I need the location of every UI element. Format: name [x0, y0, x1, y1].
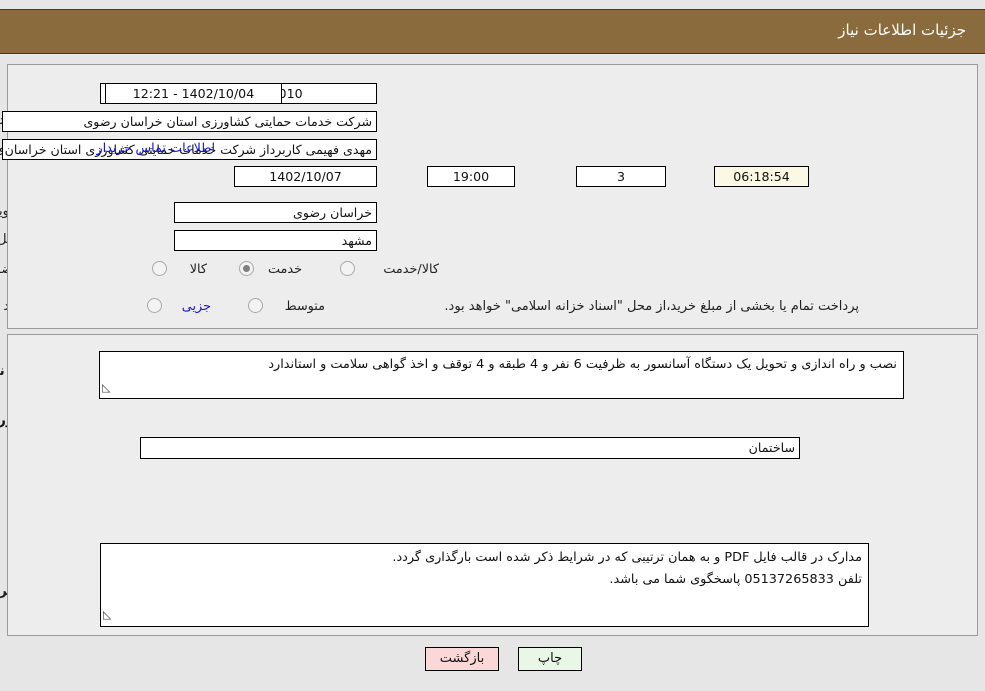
deadline-time: 19:00: [427, 166, 515, 187]
summary-value: نصب و راه اندازی و تحویل یک دستگاه آسانس…: [268, 357, 897, 372]
payment-note: پرداخت تمام یا بخشی از مبلغ خرید،از محل …: [444, 299, 859, 314]
buyer-contact-link[interactable]: اطلاعات تماس خریدار: [96, 141, 215, 156]
city-value: مشهد: [174, 230, 377, 251]
back-button[interactable]: بازگشت: [425, 647, 499, 671]
process-option-0-label: جزیی: [181, 299, 211, 314]
category-radio-1[interactable]: [239, 261, 254, 276]
print-button[interactable]: چاپ: [518, 647, 582, 671]
page-header: جزئیات اطلاعات نیاز: [0, 9, 985, 54]
notes-resize-grip-icon[interactable]: ◺: [103, 604, 111, 626]
process-radio-0[interactable]: [147, 298, 162, 313]
summary-textarea[interactable]: نصب و راه اندازی و تحویل یک دستگاه آسانس…: [99, 351, 904, 399]
countdown-timer: 06:18:54: [714, 166, 809, 187]
deadline-date: 1402/10/07: [234, 166, 377, 187]
service-group-value: ساختمان: [140, 437, 800, 459]
category-radio-0[interactable]: [152, 261, 167, 276]
category-option-2-label: کالا/خدمت: [383, 262, 439, 277]
buyer-notes-textarea[interactable]: مدارک در قالب فایل PDF و به همان ترتیبی …: [100, 543, 869, 627]
notes-line-1: مدارک در قالب فایل PDF و به همان ترتیبی …: [392, 550, 862, 565]
province-value: خراسان رضوی: [174, 202, 377, 223]
announce-value: 1402/10/04 - 12:21: [105, 83, 282, 104]
category-option-0-label: کالا: [189, 262, 207, 277]
process-radio-1[interactable]: [248, 298, 263, 313]
process-option-1-label: متوسط: [284, 299, 325, 314]
category-option-1-label: خدمت: [267, 262, 302, 277]
page-title: جزئیات اطلاعات نیاز: [838, 21, 966, 39]
days-remaining-value: 3: [576, 166, 666, 187]
notes-line-2: تلفن 05137265833 پاسخگوی شما می باشد.: [609, 572, 862, 587]
page-root: AnaTender.net جزئیات اطلاعات نیاز شماره …: [0, 0, 985, 691]
resize-grip-icon[interactable]: ◺: [102, 378, 110, 398]
buyer-org-value: شرکت خدمات حمایتی کشاورزی استان خراسان ر…: [2, 111, 377, 132]
category-radio-2[interactable]: [340, 261, 355, 276]
